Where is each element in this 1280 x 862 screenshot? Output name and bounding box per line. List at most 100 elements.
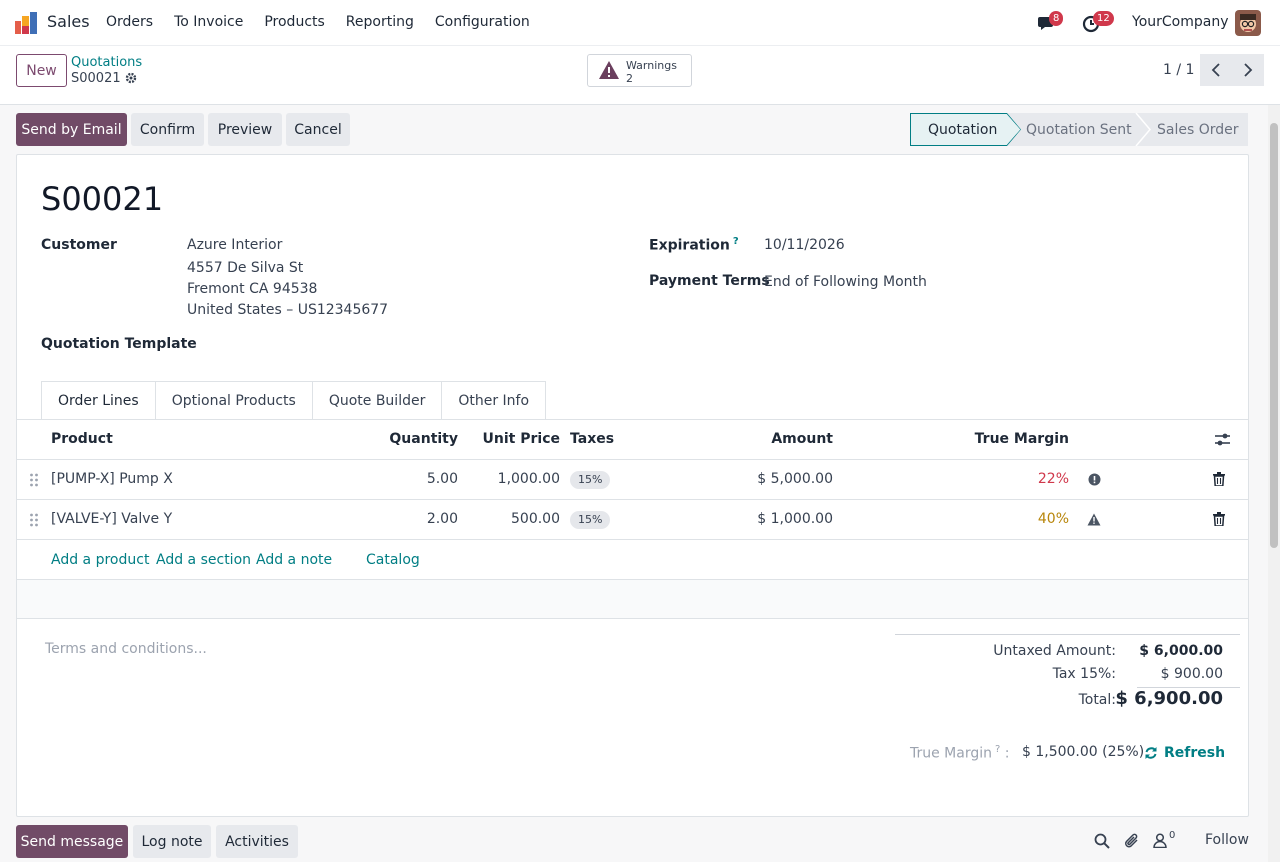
col-unit-price[interactable]: Unit Price xyxy=(483,431,560,447)
true-margin-value: $ 1,500.00 (25%) xyxy=(1022,744,1145,760)
stage-sales-order[interactable]: Sales Order xyxy=(1157,113,1239,146)
tax-label: Tax 15%: xyxy=(1052,666,1116,682)
total-value: $ 6,900.00 xyxy=(1115,688,1223,709)
row-unit-price[interactable]: 1,000.00 xyxy=(498,471,560,487)
send-by-email-button[interactable]: Send by Email xyxy=(16,113,127,146)
followers-user-icon[interactable] xyxy=(1153,833,1167,848)
search-icon[interactable] xyxy=(1094,833,1110,849)
row-quantity[interactable]: 2.00 xyxy=(427,511,458,527)
pager-previous-button[interactable] xyxy=(1200,54,1232,86)
row-amount: $ 1,000.00 xyxy=(757,511,833,527)
drag-handle-icon[interactable] xyxy=(29,513,39,527)
quotation-template-label: Quotation Template xyxy=(41,336,197,352)
tab-order-lines[interactable]: Order Lines xyxy=(41,381,156,420)
tab-optional-products[interactable]: Optional Products xyxy=(154,381,313,420)
chevron-left-icon xyxy=(1211,63,1220,77)
customer-address-line2: Fremont CA 94538 xyxy=(187,281,318,297)
preview-button[interactable]: Preview xyxy=(208,113,282,146)
chatter-bar: Send message Log note Activities 0 Follo… xyxy=(0,817,1268,862)
row-unit-price[interactable]: 500.00 xyxy=(511,511,560,527)
warnings-count: 2 xyxy=(626,72,633,85)
row-margin: 22% xyxy=(1037,471,1069,487)
add-note-link[interactable]: Add a note xyxy=(256,552,332,568)
payment-terms-label: Payment Terms xyxy=(649,273,770,289)
customer-address-line3: United States – US12345677 xyxy=(187,302,389,318)
menu-orders[interactable]: Orders xyxy=(106,14,153,30)
activities-button[interactable]: Activities xyxy=(216,825,298,858)
true-margin-label: True Margin? : xyxy=(910,744,1010,762)
untaxed-amount-value: $ 6,000.00 xyxy=(1139,643,1223,659)
scrollbar-thumb[interactable] xyxy=(1270,123,1278,548)
tab-quote-builder[interactable]: Quote Builder xyxy=(311,381,443,420)
pager-value[interactable]: 1 / 1 xyxy=(1163,62,1194,78)
breadcrumb-quotations[interactable]: Quotations xyxy=(71,55,142,70)
log-note-button[interactable]: Log note xyxy=(133,825,211,858)
col-taxes[interactable]: Taxes xyxy=(570,431,614,447)
paperclip-icon[interactable] xyxy=(1124,832,1140,849)
followers-count: 0 xyxy=(1169,830,1176,841)
expiration-value[interactable]: 10/11/2026 xyxy=(764,237,845,253)
row-tax-tag[interactable]: 15% xyxy=(570,471,611,489)
col-amount[interactable]: Amount xyxy=(771,431,833,447)
stage-quotation-sent[interactable]: Quotation Sent xyxy=(1026,113,1132,146)
col-product[interactable]: Product xyxy=(51,431,113,447)
table-row[interactable]: [VALVE-Y] Valve Y 2.00 500.00 15% $ 1,00… xyxy=(17,500,1248,540)
top-navbar: Sales Orders To Invoice Products Reporti… xyxy=(0,0,1280,46)
catalog-link[interactable]: Catalog xyxy=(366,552,420,568)
column-settings-icon[interactable] xyxy=(1215,433,1230,446)
gear-icon[interactable] xyxy=(125,72,137,84)
payment-terms-value[interactable]: End of Following Month xyxy=(764,274,927,290)
cancel-button[interactable]: Cancel xyxy=(286,113,350,146)
activities-badge: 12 xyxy=(1093,11,1114,26)
pager-next-button[interactable] xyxy=(1232,54,1264,86)
total-label: Total: xyxy=(1078,692,1116,708)
menu-configuration[interactable]: Configuration xyxy=(435,14,530,30)
add-product-link[interactable]: Add a product xyxy=(51,552,149,568)
warning-triangle-icon xyxy=(599,61,619,79)
empty-row xyxy=(17,580,1248,619)
row-tax-tag[interactable]: 15% xyxy=(570,511,611,529)
breadcrumb-current: S00021 xyxy=(71,71,121,86)
expiration-label: Expiration? xyxy=(649,236,739,254)
margin-warning-icon[interactable] xyxy=(1087,513,1101,526)
expiration-help-icon[interactable]: ? xyxy=(733,236,739,247)
new-button[interactable]: New xyxy=(16,54,67,87)
confirm-button[interactable]: Confirm xyxy=(131,113,204,146)
row-product[interactable]: [PUMP-X] Pump X xyxy=(51,471,173,487)
refresh-icon[interactable] xyxy=(1144,746,1158,760)
notebook-tabs: Order Lines Optional Products Quote Buil… xyxy=(41,381,547,420)
row-margin: 40% xyxy=(1037,511,1069,527)
company-switcher[interactable]: YourCompany xyxy=(1132,14,1229,30)
messages-badge: 8 xyxy=(1049,11,1064,26)
refresh-button[interactable]: Refresh xyxy=(1164,745,1225,761)
customer-name[interactable]: Azure Interior xyxy=(187,237,282,253)
drag-handle-icon[interactable] xyxy=(29,473,39,487)
sales-app-icon[interactable] xyxy=(15,12,37,34)
warnings-label: Warnings xyxy=(626,59,677,72)
col-true-margin[interactable]: True Margin xyxy=(975,431,1069,447)
tab-other-info[interactable]: Other Info xyxy=(441,381,547,420)
trash-icon[interactable] xyxy=(1213,512,1225,526)
terms-input[interactable]: Terms and conditions... xyxy=(45,641,207,657)
menu-products[interactable]: Products xyxy=(264,14,324,30)
col-quantity[interactable]: Quantity xyxy=(389,431,458,447)
page-scrollbar[interactable] xyxy=(1268,105,1280,862)
menu-to-invoice[interactable]: To Invoice xyxy=(174,14,243,30)
margin-info-icon[interactable] xyxy=(1088,473,1101,486)
row-quantity[interactable]: 5.00 xyxy=(427,471,458,487)
order-lines-header: Product Quantity Unit Price Taxes Amount… xyxy=(17,420,1248,460)
table-row[interactable]: [PUMP-X] Pump X 5.00 1,000.00 15% $ 5,00… xyxy=(17,460,1248,500)
user-avatar[interactable] xyxy=(1235,10,1261,36)
row-product[interactable]: [VALVE-Y] Valve Y xyxy=(51,511,172,527)
app-name[interactable]: Sales xyxy=(47,12,90,31)
send-message-button[interactable]: Send message xyxy=(16,825,128,858)
customer-label: Customer xyxy=(41,237,117,253)
add-section-link[interactable]: Add a section xyxy=(156,552,251,568)
main-menu: Orders To Invoice Products Reporting Con… xyxy=(106,14,551,30)
trash-icon[interactable] xyxy=(1213,472,1225,486)
menu-reporting[interactable]: Reporting xyxy=(346,14,414,30)
warnings-button[interactable]: Warnings 2 xyxy=(587,54,692,87)
follow-button[interactable]: Follow xyxy=(1205,832,1249,848)
stage-quotation[interactable]: Quotation xyxy=(928,113,997,146)
true-margin-help-icon[interactable]: ? xyxy=(995,744,1000,755)
